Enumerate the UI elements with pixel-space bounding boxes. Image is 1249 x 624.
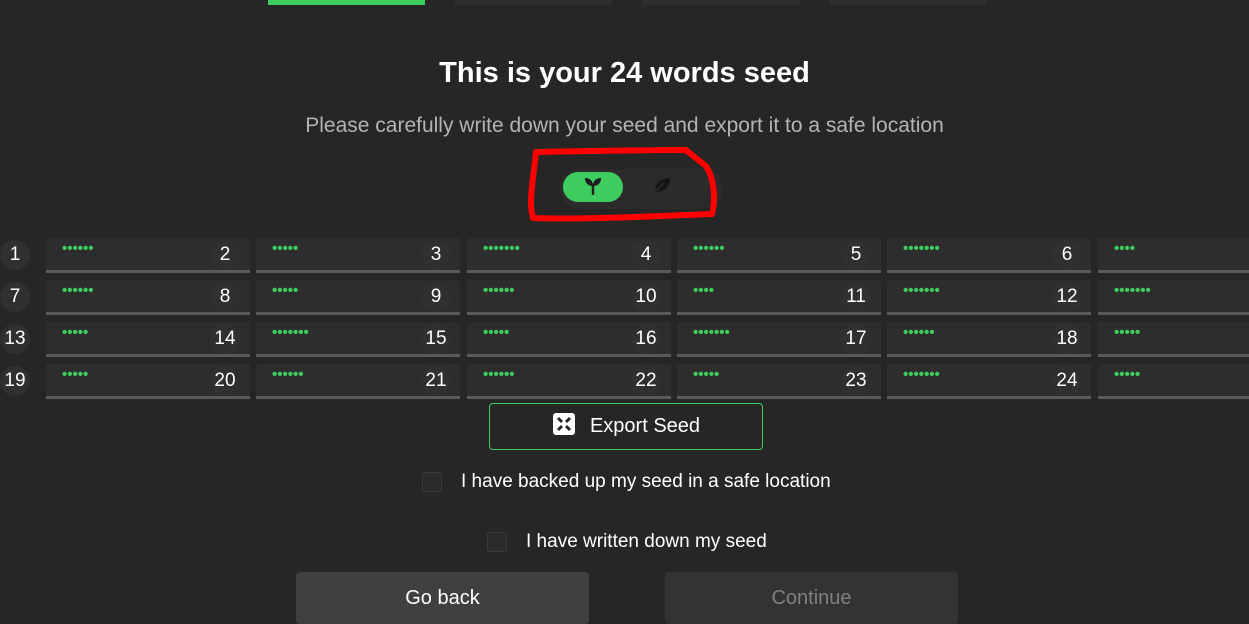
seed-word-field[interactable]: ••••••• xyxy=(1098,280,1249,315)
seed-word-cell: •••••• 9 xyxy=(421,280,671,316)
seed-word-number: 22 xyxy=(631,366,661,396)
seed-word-cell: •••••• 1 xyxy=(0,238,250,274)
seed-word-number: 1 xyxy=(0,240,30,270)
go-back-button[interactable]: Go back xyxy=(296,572,589,624)
seed-word-cell: ••••••• 3 xyxy=(421,238,671,274)
seed-word-cell: •••• 10 xyxy=(631,280,881,316)
seed-word-number: 10 xyxy=(631,282,661,312)
seed-word-number: 5 xyxy=(841,240,871,270)
seed-word-field[interactable]: ••••• xyxy=(1098,322,1249,357)
seed-word-masked: ••••• xyxy=(272,282,299,299)
checkbox-row-written-down[interactable]: I have written down my seed xyxy=(487,531,767,553)
seed-word-cell: •••••• 17 xyxy=(841,322,1091,358)
seed-word-masked: •••• xyxy=(693,282,715,299)
seed-word-cell: ••••• 8 xyxy=(210,280,460,316)
continue-button[interactable]: Continue xyxy=(665,572,958,624)
seed-word-number: 11 xyxy=(841,282,871,312)
seed-word-cell: ••••••• 11 xyxy=(841,280,1091,316)
seed-word-cell: ••••••• 14 xyxy=(210,322,460,358)
seed-word-cell: ••••••• 16 xyxy=(631,322,881,358)
seed-word-cell: •••• 6 xyxy=(1052,238,1249,274)
seed-word-cell: •••••• 7 xyxy=(0,280,250,316)
seed-word-masked: ••••••• xyxy=(1114,282,1151,299)
seed-word-number: 8 xyxy=(210,282,240,312)
seed-word-number: 3 xyxy=(421,240,451,270)
seed-word-number: 23 xyxy=(841,366,871,396)
seed-word-masked: ••••••• xyxy=(903,282,940,299)
export-seed-label: Export Seed xyxy=(589,415,701,437)
export-seed-icon xyxy=(552,412,576,442)
seed-word-masked: ••••••• xyxy=(903,366,940,383)
seed-word-number: 20 xyxy=(210,366,240,396)
seed-word-number: 19 xyxy=(0,366,30,396)
seed-word-field[interactable]: ••••• xyxy=(1098,364,1249,399)
seed-word-masked: ••••••• xyxy=(483,240,520,257)
seed-word-number: 13 xyxy=(0,324,30,354)
seed-word-masked: ••••• xyxy=(272,240,299,257)
seed-word-number: 4 xyxy=(631,240,661,270)
written-down-checkbox[interactable] xyxy=(487,532,507,552)
written-down-label: I have written down my seed xyxy=(526,531,767,552)
backed-up-label: I have backed up my seed in a safe locat… xyxy=(461,471,831,492)
seed-word-cell: ••••• 24 xyxy=(1052,364,1249,400)
seed-word-field[interactable]: •••• xyxy=(1098,238,1249,273)
seed-word-number: 24 xyxy=(1052,366,1082,396)
seed-word-number: 6 xyxy=(1052,240,1082,270)
seed-word-masked: ••••• xyxy=(62,324,89,341)
seed-word-cell: •••••• 20 xyxy=(210,364,460,400)
seed-word-cell: ••••• 15 xyxy=(421,322,671,358)
seed-word-number: 9 xyxy=(421,282,451,312)
seed-word-cell: ••••• 2 xyxy=(210,238,460,274)
seed-word-masked: •••••• xyxy=(483,366,515,383)
seed-word-cell: ••••••• 23 xyxy=(841,364,1091,400)
seed-word-cell: ••••• 18 xyxy=(1052,322,1249,358)
seed-word-masked: •••• xyxy=(1114,240,1136,257)
seed-word-number: 17 xyxy=(841,324,871,354)
seed-word-cell: ••••• 19 xyxy=(0,364,250,400)
seed-word-number: 21 xyxy=(421,366,451,396)
seed-word-number: 16 xyxy=(631,324,661,354)
seed-word-masked: ••••• xyxy=(1114,324,1141,341)
seed-word-cell: •••••• 4 xyxy=(631,238,881,274)
seed-word-cell: ••••• 13 xyxy=(0,322,250,358)
seed-word-masked: •••••• xyxy=(272,366,304,383)
seed-word-masked: •••••• xyxy=(62,240,94,257)
seed-word-cell: ••••••• 12 xyxy=(1052,280,1249,316)
seed-word-masked: ••••••• xyxy=(272,324,309,341)
seed-word-number: 2 xyxy=(210,240,240,270)
seed-word-masked: •••••• xyxy=(693,240,725,257)
seed-word-masked: ••••••• xyxy=(693,324,730,341)
seed-word-cell: •••••• 21 xyxy=(421,364,671,400)
seed-word-cell: ••••• 22 xyxy=(631,364,881,400)
seed-word-number: 15 xyxy=(421,324,451,354)
seed-word-masked: ••••• xyxy=(62,366,89,383)
seed-word-masked: ••••• xyxy=(1114,366,1141,383)
seed-word-number: 12 xyxy=(1052,282,1082,312)
seed-word-masked: ••••• xyxy=(483,324,510,341)
seed-word-masked: •••••• xyxy=(62,282,94,299)
seed-word-masked: •••••• xyxy=(903,324,935,341)
checkbox-row-backed-up[interactable]: I have backed up my seed in a safe locat… xyxy=(422,471,831,493)
seed-word-grid: •••••• 1 ••••• 2 ••••••• 3 •••••• 4 ••••••• 5 ••••… xyxy=(0,0,1249,410)
seed-word-cell: ••••••• 5 xyxy=(841,238,1091,274)
seed-word-masked: ••••••• xyxy=(903,240,940,257)
seed-word-number: 7 xyxy=(0,282,30,312)
seed-word-number: 18 xyxy=(1052,324,1082,354)
export-seed-button[interactable]: Export Seed xyxy=(489,403,763,450)
seed-word-number: 14 xyxy=(210,324,240,354)
seed-word-masked: ••••• xyxy=(693,366,720,383)
seed-word-masked: •••••• xyxy=(483,282,515,299)
backed-up-checkbox[interactable] xyxy=(422,472,442,492)
